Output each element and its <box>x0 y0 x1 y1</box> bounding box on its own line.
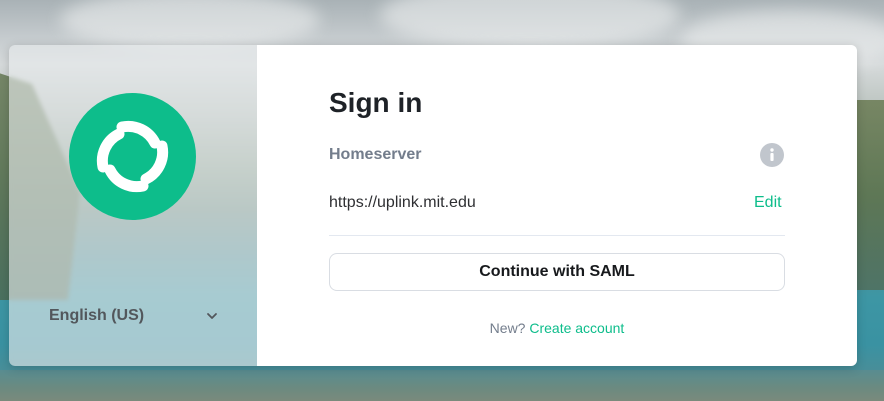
chevron-down-icon <box>207 313 217 319</box>
shoreline <box>0 370 884 401</box>
create-account-link[interactable]: Create account <box>529 320 624 336</box>
signin-panel: Sign in Homeserver https://uplink.mit.ed… <box>257 45 857 366</box>
auth-card: English (US) Sign in Homeserver https://… <box>9 45 857 366</box>
create-account-prompt: New? Create account <box>329 320 785 336</box>
language-label: English (US) <box>49 307 145 324</box>
edit-homeserver-link[interactable]: Edit <box>754 194 782 212</box>
language-selector[interactable]: English (US) <box>49 303 219 329</box>
info-icon[interactable] <box>760 143 784 167</box>
new-prompt-text: New? <box>489 320 526 336</box>
auth-sidebar: English (US) <box>9 45 257 366</box>
page-title: Sign in <box>329 87 423 118</box>
divider <box>329 235 785 236</box>
homeserver-label: Homeserver <box>329 146 422 163</box>
homeserver-url: https://uplink.mit.edu <box>329 194 476 211</box>
element-logo-icon <box>69 93 196 220</box>
continue-with-saml-button[interactable]: Continue with SAML <box>329 253 785 291</box>
